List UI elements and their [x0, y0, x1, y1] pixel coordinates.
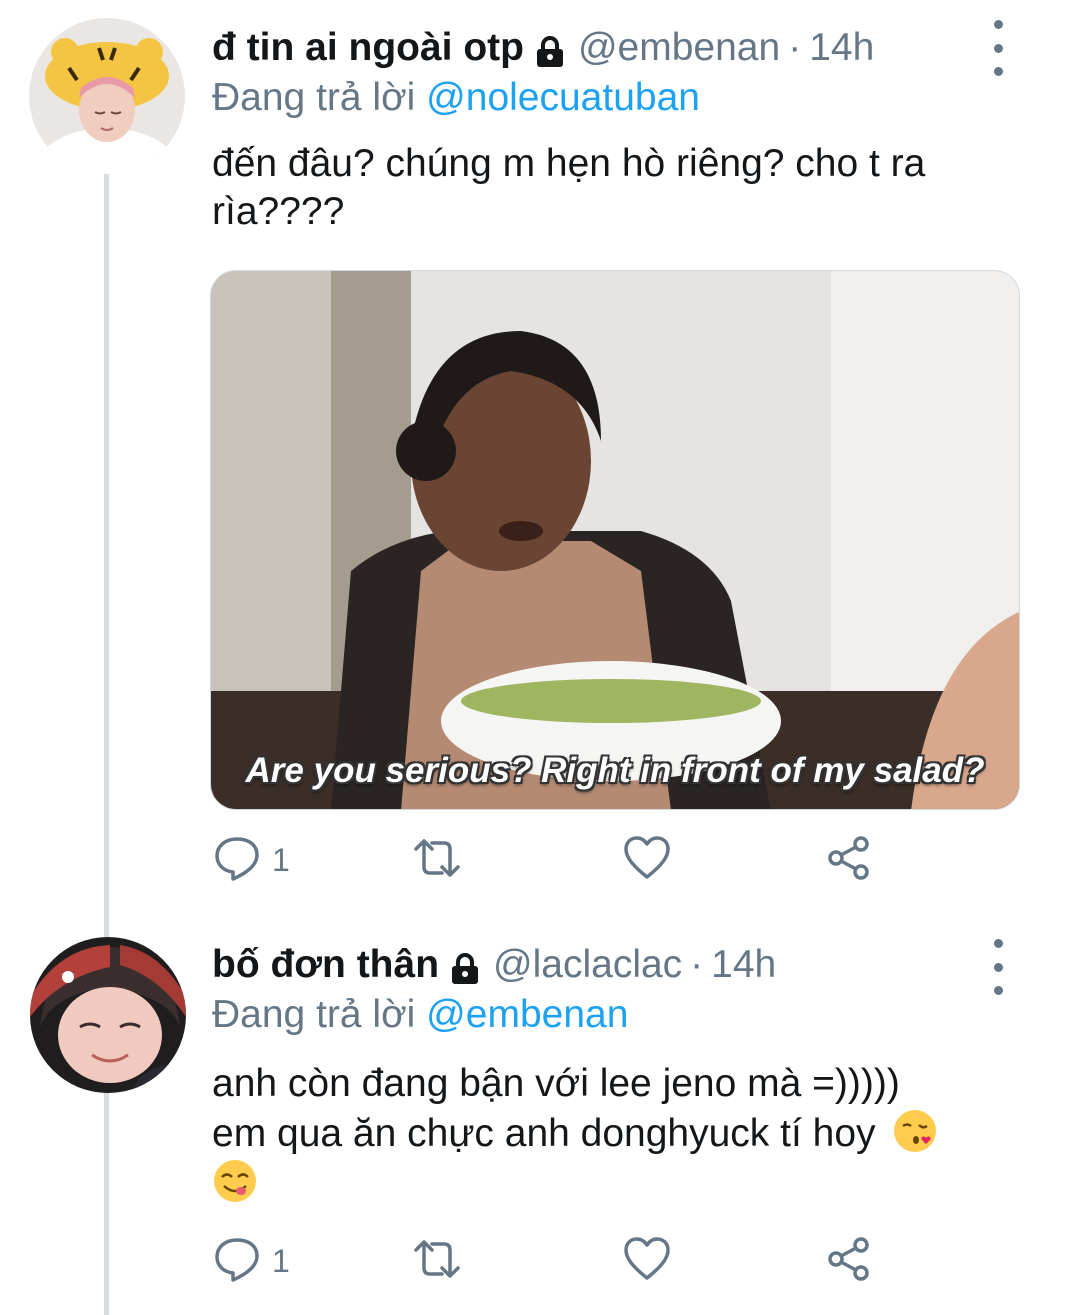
- avatar[interactable]: [29, 18, 185, 174]
- mention-link[interactable]: @embenan: [426, 993, 628, 1036]
- like-icon: [622, 833, 672, 888]
- replying-to-label: Đang trả lời: [212, 993, 416, 1036]
- reply-icon: [212, 1234, 262, 1289]
- replying-to-line: Đang trả lời @embenan: [212, 993, 628, 1037]
- avatar[interactable]: [30, 937, 186, 1093]
- reply-button[interactable]: 1: [212, 832, 290, 888]
- share-button[interactable]: [824, 1233, 874, 1289]
- timestamp[interactable]: 14h: [809, 26, 874, 70]
- separator-dot: ·: [690, 943, 704, 986]
- share-icon: [824, 1234, 874, 1289]
- separator-dot: ·: [788, 26, 802, 69]
- tweet-text-line: em qua ăn chực anh donghyuck tí hoy: [212, 1108, 1012, 1158]
- timestamp[interactable]: 14h: [711, 943, 776, 987]
- tweet-text-line: [212, 1158, 1012, 1208]
- tweet-media-gif[interactable]: Are you serious? Right in front of my sa…: [210, 270, 1020, 810]
- reply-count: 1: [272, 1242, 290, 1279]
- lock-icon: [449, 951, 481, 984]
- more-icon[interactable]: [980, 939, 1016, 995]
- share-icon: [824, 833, 874, 888]
- tweet-text-span: em qua ăn chực anh donghyuck tí hoy: [212, 1112, 876, 1155]
- more-icon[interactable]: [980, 20, 1016, 76]
- reply-button[interactable]: 1: [212, 1233, 290, 1289]
- display-name[interactable]: đ tin ai ngoài otp: [212, 26, 524, 70]
- gif-caption: Are you serious? Right in front of my sa…: [245, 751, 985, 790]
- replying-to-line: Đang trả lời @nolecuatuban: [212, 76, 700, 120]
- lock-icon: [534, 34, 566, 67]
- like-icon: [622, 1234, 672, 1289]
- tweet-header: đ tin ai ngoài otp @embenan · 14h: [212, 24, 874, 72]
- like-button[interactable]: [622, 1233, 672, 1289]
- tweet-text-line: anh còn đang bận với lee jeno mà =))))): [212, 1062, 900, 1105]
- tweet-text: đến đâu? chúng m hẹn hò riêng? cho t ra …: [212, 142, 926, 233]
- face-savoring-food-emoji: [212, 1158, 258, 1204]
- share-button[interactable]: [824, 832, 874, 888]
- retweet-button[interactable]: [412, 1233, 462, 1289]
- display-name[interactable]: bố đơn thân: [212, 943, 439, 987]
- user-handle[interactable]: @laclaclac: [493, 943, 682, 987]
- tweet[interactable]: đ tin ai ngoài otp @embenan · 14h Đang t…: [0, 0, 1080, 915]
- tweet-actions: 1: [212, 1233, 892, 1289]
- retweet-button[interactable]: [412, 832, 462, 888]
- face-blowing-kiss-emoji: [892, 1108, 938, 1154]
- user-handle[interactable]: @embenan: [578, 26, 780, 70]
- tweet-text: anh còn đang bận với lee jeno mà =))))) …: [212, 1060, 1012, 1208]
- tweet[interactable]: bố đơn thân @laclaclac · 14h Đang trả lờ…: [0, 915, 1080, 1315]
- reply-icon: [212, 833, 262, 888]
- like-button[interactable]: [622, 832, 672, 888]
- reply-count: 1: [272, 841, 290, 878]
- tweet-header: bố đơn thân @laclaclac · 14h: [212, 941, 776, 989]
- retweet-icon: [412, 1234, 462, 1289]
- mention-link[interactable]: @nolecuatuban: [426, 76, 700, 119]
- tweet-actions: 1: [212, 832, 892, 888]
- replying-to-label: Đang trả lời: [212, 76, 416, 119]
- retweet-icon: [412, 833, 462, 888]
